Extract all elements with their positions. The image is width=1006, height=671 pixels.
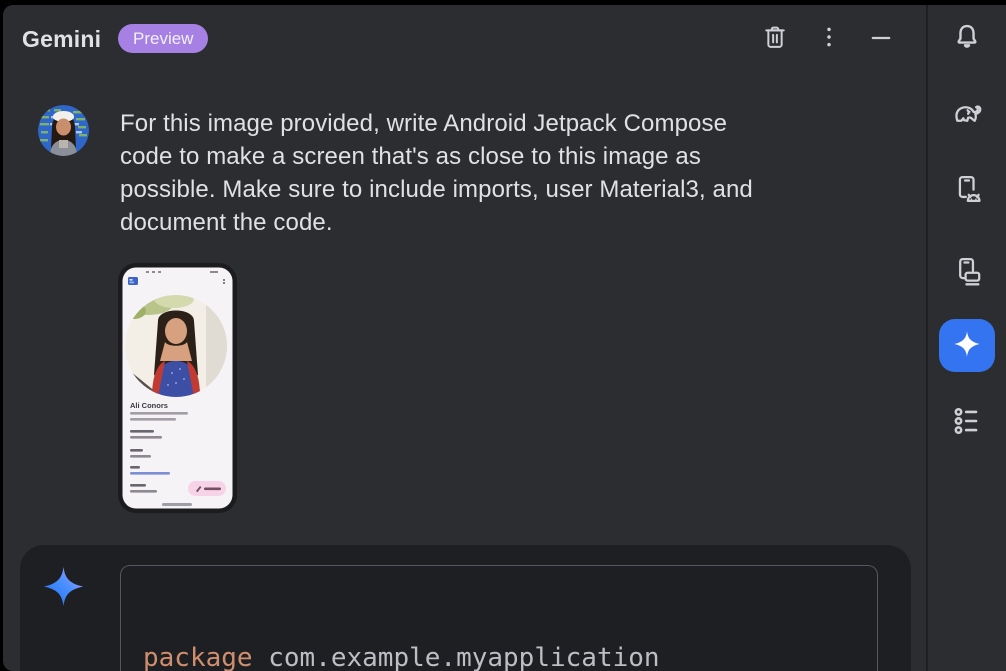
checklist-icon [950, 404, 984, 441]
gemini-star-icon [41, 564, 86, 609]
minimize-button[interactable] [862, 20, 900, 58]
kebab-menu-icon [815, 23, 843, 54]
user-message: For this image provided, write Android J… [120, 107, 753, 239]
more-options-button[interactable] [810, 19, 848, 57]
gradle-elephant-icon [950, 97, 984, 134]
bell-icon [951, 21, 983, 56]
minimize-icon [867, 24, 895, 55]
code-text: com.example.myapplication [253, 643, 660, 671]
trash-icon [761, 23, 789, 54]
gemini-star-icon [952, 329, 982, 362]
user-message-line: possible. Make sure to include imports, … [120, 173, 753, 206]
phone-screen-icon [950, 254, 984, 291]
user-message-line: document the code. [120, 206, 753, 239]
preview-badge: Preview [118, 24, 208, 53]
delete-conversation-button[interactable] [756, 19, 794, 57]
user-avatar [38, 105, 89, 156]
code-line: package com.example.myapplication [143, 643, 855, 671]
attached-image-thumbnail[interactable]: Ali Conors [118, 263, 237, 513]
user-message-line: code to make a screen that's as close to… [120, 140, 753, 173]
user-message-line: For this image provided, write Android J… [120, 107, 753, 140]
attachment-profile-name: Ali Conors [130, 401, 168, 410]
code-keyword: package [143, 643, 253, 671]
sidebar-item-notifications[interactable] [943, 16, 991, 60]
sidebar-item-gemini[interactable] [939, 319, 995, 372]
sidebar-item-running-devices[interactable] [943, 250, 991, 294]
gemini-tool-window: Gemini Preview [3, 5, 1006, 671]
code-block: package com.example.myapplication import… [120, 565, 878, 671]
gemini-response-card: package com.example.myapplication import… [20, 545, 911, 671]
phone-android-icon [950, 172, 984, 209]
sidebar-item-device-manager[interactable] [943, 168, 991, 212]
sidebar-item-structure[interactable] [943, 400, 991, 444]
page-title: Gemini [22, 26, 101, 53]
sidebar-divider [926, 5, 928, 671]
sidebar-item-gradle[interactable] [943, 93, 991, 137]
